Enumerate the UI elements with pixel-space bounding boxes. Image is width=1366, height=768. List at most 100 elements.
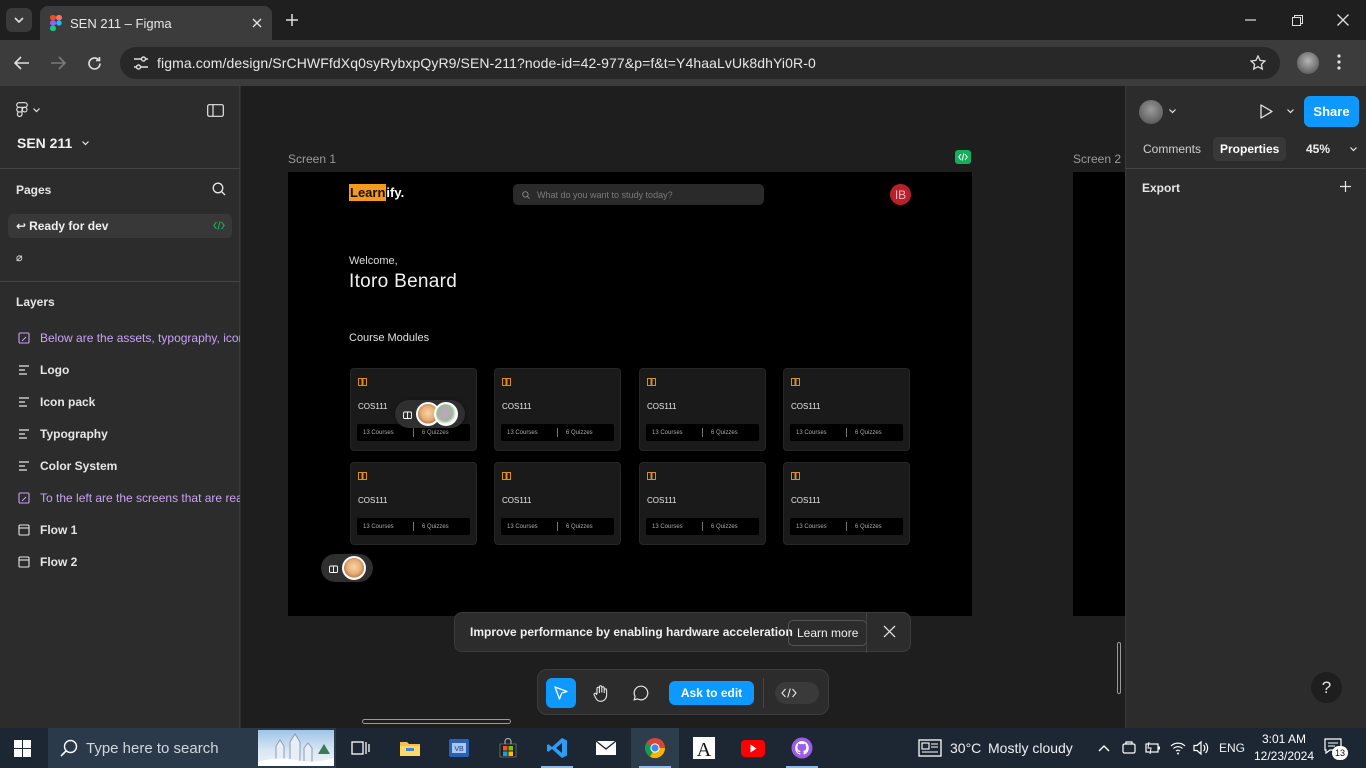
page-item-ready-for-dev[interactable]: ↩ Ready for dev — [8, 214, 232, 238]
frame-label-screen-2[interactable]: Screen 2 — [1073, 152, 1121, 166]
taskbar-vscode[interactable] — [533, 728, 581, 768]
current-user-avatar[interactable] — [1139, 100, 1163, 124]
back-button[interactable] — [11, 52, 33, 74]
browser-toolbar: figma.com/design/SrCHWFfdXq0syRybxpQyR9/… — [0, 40, 1366, 86]
address-bar[interactable]: figma.com/design/SrCHWFfdXq0syRybxpQyR9/… — [120, 47, 1280, 79]
more-vertical-icon — [1337, 54, 1341, 70]
collaborator-cursor-chip[interactable] — [321, 554, 373, 582]
zoom-menu[interactable]: 45% — [1306, 137, 1357, 161]
comment-tool[interactable] — [626, 678, 656, 708]
share-button[interactable]: Share — [1304, 96, 1359, 127]
search-pages-button[interactable] — [212, 182, 226, 196]
close-window-button[interactable] — [1333, 10, 1353, 30]
code-icon — [781, 688, 797, 698]
course-card: COS111 13 Courses 6 Quizzes — [350, 462, 477, 545]
learn-more-button[interactable]: Learn more — [788, 620, 868, 646]
windows-taskbar: Type here to search VB A 30°C Mostly clo… — [0, 728, 1366, 768]
meet-now-icon[interactable] — [1121, 740, 1137, 756]
layer-row[interactable]: Color System — [0, 452, 240, 480]
taskbar-microsoft-store[interactable] — [484, 728, 532, 768]
profile-avatar[interactable] — [1297, 52, 1319, 74]
winter-castle-illustration — [258, 730, 334, 766]
dev-mode-toggle[interactable] — [775, 682, 819, 704]
taskbar-chrome[interactable] — [631, 728, 679, 768]
weather-temperature[interactable]: 30°C — [950, 740, 981, 756]
toggle-sidebar-button[interactable] — [207, 104, 224, 117]
tab-comments[interactable]: Comments — [1136, 137, 1208, 161]
courses-count: 13 Courses — [796, 429, 827, 436]
github-icon — [791, 737, 813, 759]
section-icon — [19, 365, 29, 375]
new-tab-button[interactable] — [282, 10, 302, 30]
input-language[interactable]: ENG — [1219, 741, 1245, 755]
design-canvas[interactable]: Screen 1 Screen 2 Learnify. What do you … — [241, 86, 1125, 728]
browser-tab-active[interactable]: SEN 211 – Figma — [40, 6, 272, 40]
minimize-button[interactable] — [1240, 10, 1260, 30]
ask-to-edit-button[interactable]: Ask to edit — [669, 681, 754, 705]
weather-description[interactable]: Mostly cloudy — [988, 740, 1073, 756]
volume-icon[interactable] — [1193, 740, 1209, 756]
book-icon — [791, 472, 800, 480]
taskbar-virtualbox[interactable]: VB — [435, 728, 483, 768]
add-export-icon[interactable] — [1340, 181, 1351, 192]
chevron-down-icon[interactable] — [1169, 109, 1176, 114]
taskbar-fonts-app[interactable]: A — [680, 728, 728, 768]
hand-tool[interactable] — [586, 678, 616, 708]
site-settings-icon[interactable] — [133, 56, 149, 70]
taskbar-github-desktop[interactable] — [778, 728, 826, 768]
layer-row[interactable]: To the left are the screens that are rea… — [0, 484, 240, 512]
layer-row[interactable]: Icon pack — [0, 388, 240, 416]
quizzes-count: 6 Quizzes — [711, 429, 738, 436]
present-play-icon[interactable] — [1260, 104, 1273, 119]
course-code: COS111 — [647, 402, 677, 411]
forward-button[interactable] — [47, 52, 69, 74]
notification-center-button[interactable]: 13 — [1324, 738, 1348, 760]
layer-row[interactable]: Flow 2 — [0, 548, 240, 576]
close-tab-icon[interactable] — [252, 18, 262, 28]
taskbar-mail[interactable] — [582, 728, 630, 768]
courses-count: 13 Courses — [507, 523, 538, 530]
taskbar-file-explorer[interactable] — [386, 728, 434, 768]
move-tool[interactable] — [546, 678, 576, 708]
close-icon[interactable] — [883, 625, 896, 638]
reload-button[interactable] — [83, 52, 105, 74]
news-weather-icon[interactable] — [918, 739, 942, 757]
taskbar-youtube[interactable] — [729, 728, 777, 768]
battery-icon[interactable] — [1145, 741, 1161, 755]
frame-label-screen-1[interactable]: Screen 1 — [288, 152, 336, 166]
screen-1-frame[interactable]: Learnify. What do you want to study toda… — [288, 172, 972, 616]
wifi-icon[interactable] — [1170, 740, 1186, 756]
layer-row[interactable]: Typography — [0, 420, 240, 448]
browser-menu-button[interactable] — [1337, 54, 1341, 70]
restore-button[interactable] — [1287, 10, 1307, 30]
bottom-toolbar: Ask to edit — [537, 669, 829, 715]
tab-properties[interactable]: Properties — [1213, 137, 1287, 161]
tab-search-button[interactable] — [6, 8, 32, 32]
course-card: COS111 13 Courses 6 Quizzes — [639, 368, 766, 451]
layer-row[interactable]: Below are the assets, typography, icons.… — [0, 324, 240, 352]
file-name-button[interactable]: SEN 211 — [17, 135, 90, 151]
task-view-button[interactable] — [337, 728, 385, 768]
taskbar-search-input[interactable]: Type here to search — [48, 728, 336, 768]
layer-label: Logo — [40, 363, 70, 377]
study-search-input[interactable]: What do you want to study today? — [513, 184, 764, 205]
courses-count: 13 Courses — [796, 523, 827, 530]
screen-2-frame[interactable] — [1073, 172, 1125, 616]
divider — [866, 613, 867, 653]
ready-for-dev-badge[interactable] — [955, 150, 971, 164]
clock[interactable]: 3:01 AM 12/23/2024 — [1252, 730, 1316, 766]
chevron-down-icon[interactable] — [1287, 109, 1294, 114]
quizzes-count: 6 Quizzes — [422, 429, 449, 436]
start-button[interactable] — [14, 740, 31, 757]
layer-row[interactable]: Flow 1 — [0, 516, 240, 544]
horizontal-scrollbar[interactable] — [362, 719, 511, 724]
main-menu-button[interactable] — [16, 102, 40, 118]
chevron-up-icon[interactable] — [1098, 744, 1110, 752]
page-item-empty[interactable]: ⌀ — [16, 251, 23, 264]
collaborator-cursor-chip[interactable] — [395, 400, 465, 428]
help-button[interactable]: ? — [1311, 672, 1342, 703]
layer-row[interactable]: Logo — [0, 356, 240, 384]
course-code: COS111 — [502, 496, 532, 505]
vertical-scrollbar[interactable] — [1117, 642, 1121, 694]
bookmark-star-icon[interactable] — [1250, 55, 1266, 71]
